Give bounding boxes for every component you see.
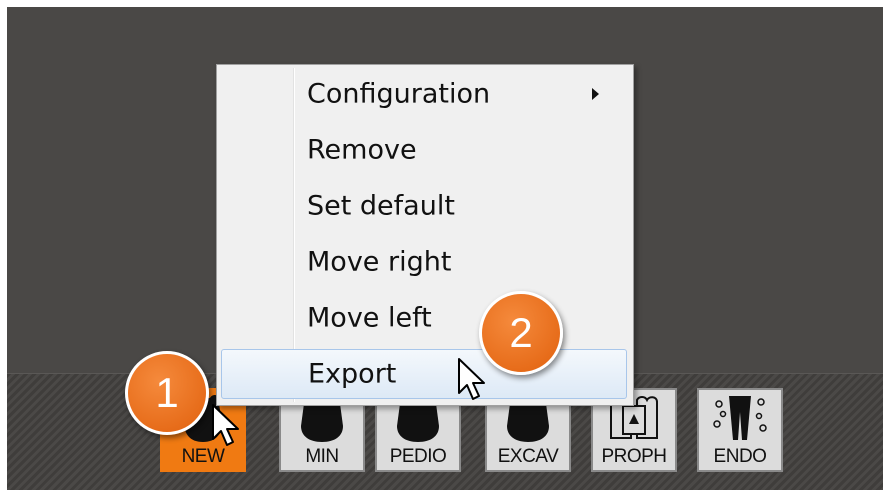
menu-item-label: Export <box>308 358 397 390</box>
menu-item-label: Set default <box>307 190 455 222</box>
mouse-cursor-icon <box>458 358 485 400</box>
tool-endo-button[interactable]: ENDO <box>697 388 783 472</box>
menu-item-move-left[interactable]: Move left <box>221 293 627 343</box>
menu-item-set-default[interactable]: Set default <box>221 181 627 231</box>
tool-label: EXCAV <box>497 446 559 467</box>
tool-label: MIN <box>305 446 339 467</box>
tool-label: PROPH <box>601 446 667 467</box>
menu-item-label: Remove <box>307 134 417 166</box>
submenu-arrow-icon <box>592 88 599 100</box>
mouse-cursor-icon <box>212 404 239 446</box>
context-menu: Configuration Remove Set default Move ri… <box>216 64 634 406</box>
tool-label: ENDO <box>713 446 767 467</box>
menu-item-label: Configuration <box>307 78 491 110</box>
menu-item-move-right[interactable]: Move right <box>221 237 627 287</box>
menu-item-configuration[interactable]: Configuration <box>221 69 627 119</box>
tool-label: PEDIO <box>389 446 447 467</box>
menu-item-label: Move left <box>307 302 432 334</box>
step-2-callout: 2 <box>479 291 563 375</box>
menu-item-remove[interactable]: Remove <box>221 125 627 175</box>
step-1-callout: 1 <box>125 351 209 435</box>
root-canal-icon <box>713 396 767 440</box>
menu-item-export[interactable]: Export <box>221 349 627 399</box>
menu-item-label: Move right <box>307 246 452 278</box>
app-window: NEW MIN PEDIO EXCAV PROPH ENDO Configura… <box>7 7 883 490</box>
